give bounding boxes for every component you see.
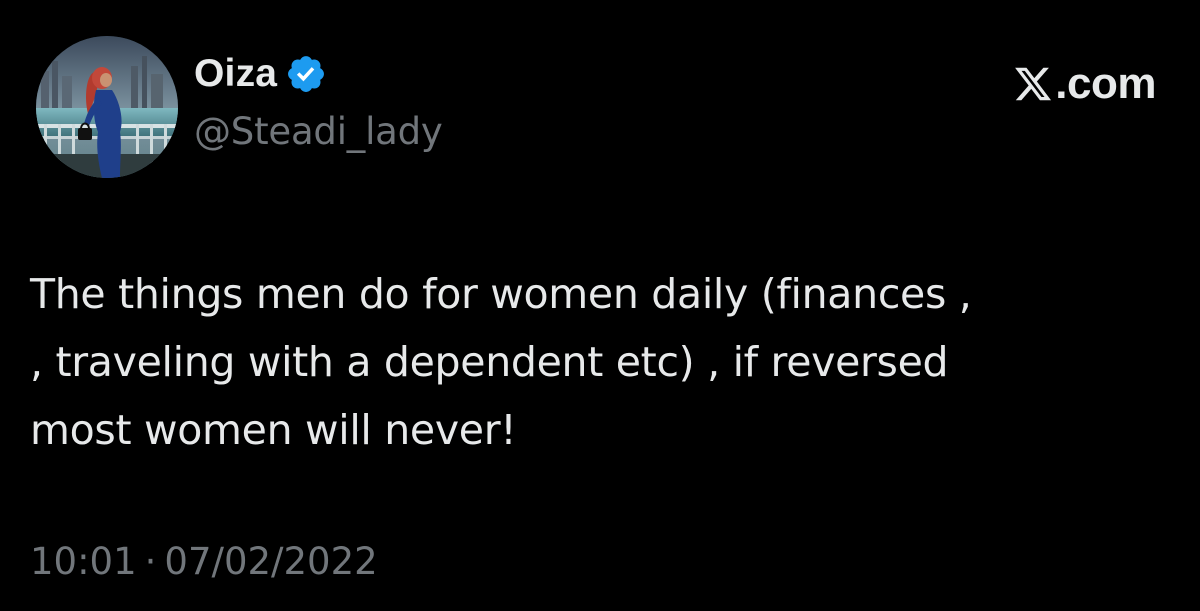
author-identity: Oiza @Steadi_lady	[194, 48, 443, 153]
timestamp-separator: ·	[144, 540, 157, 583]
tweet-card: Oiza @Steadi_lady .com The things men do…	[0, 0, 1200, 611]
profile-photo	[36, 36, 178, 178]
display-name[interactable]: Oiza	[194, 52, 277, 96]
tweet-header: Oiza @Steadi_lady .com	[22, 36, 1178, 178]
tweet-text: The things men do for women daily (finan…	[30, 270, 972, 454]
avatar[interactable]	[36, 36, 178, 178]
verified-badge-icon	[285, 53, 327, 95]
user-handle[interactable]: @Steadi_lady	[194, 110, 443, 153]
brand-text: .com	[1055, 59, 1156, 108]
tweet-timestamp[interactable]: 10:01 · 07/02/2022	[30, 540, 378, 583]
name-row: Oiza	[194, 48, 443, 100]
tweet-time: 10:01	[30, 540, 137, 583]
x-logo-icon	[1013, 64, 1053, 104]
tweet-date: 07/02/2022	[164, 540, 378, 583]
brand-watermark: .com	[1013, 56, 1156, 112]
